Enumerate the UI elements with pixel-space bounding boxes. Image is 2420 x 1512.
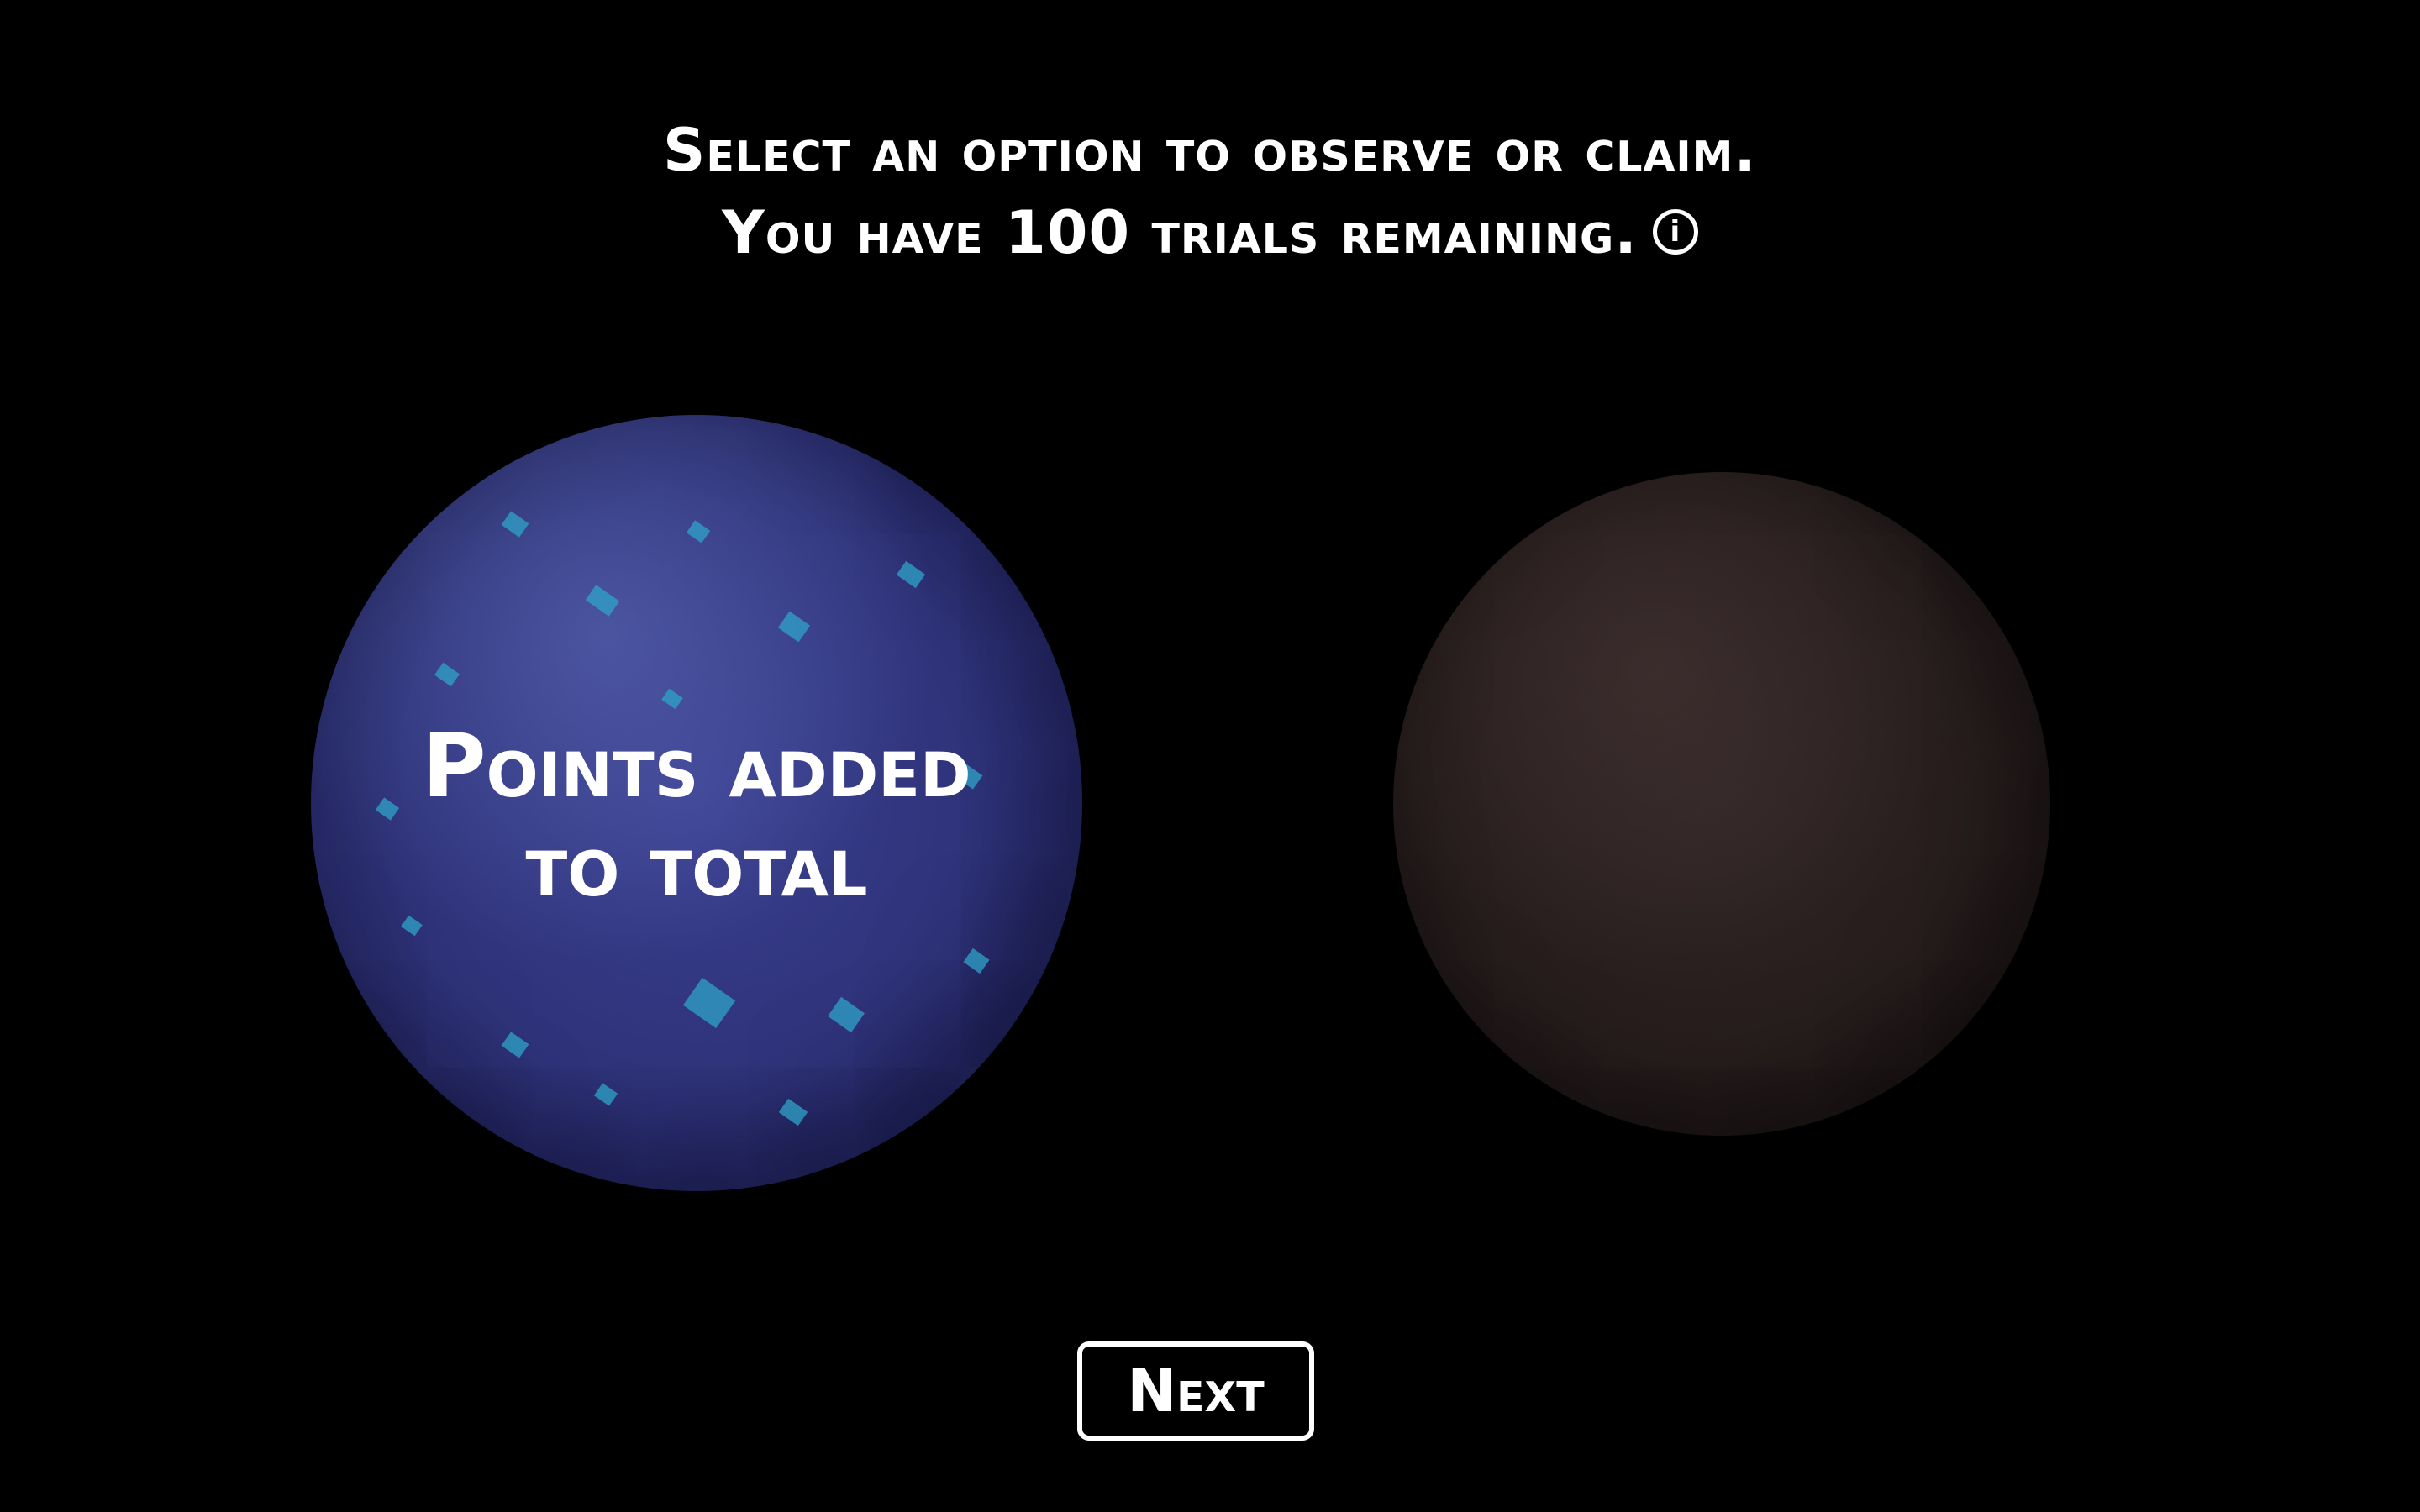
next-button[interactable]: Next [1077,1341,1314,1441]
points-added-label-line-1: Points added [422,715,971,817]
instructions: Select an option to observe or claim. Yo… [0,109,2420,274]
points-added-label-line-2: to total [525,814,868,916]
brown-planet-option[interactable] [1393,472,2050,1136]
instruction-line-2: You have 100 trials remaining. i [0,192,2420,274]
info-icon[interactable]: i [1652,208,1698,255]
blue-planet-option[interactable]: Points added to total [311,415,1082,1191]
trials-remaining-text: You have 100 trials remaining. [722,198,1638,267]
points-added-label: Points added to total [311,415,1082,1191]
instruction-line-1: Select an option to observe or claim. [662,116,1758,185]
